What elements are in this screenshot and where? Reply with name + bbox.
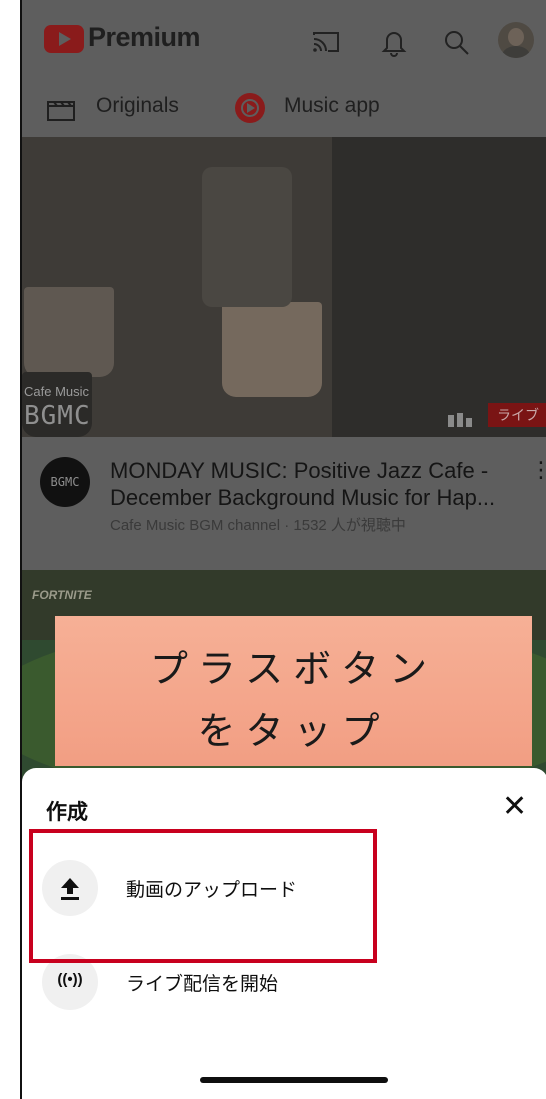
chip-bar: Originals Music app xyxy=(22,80,546,137)
avatar[interactable] xyxy=(498,22,534,58)
chip-originals[interactable]: Originals xyxy=(96,94,179,118)
thumbnail-label: FORTNITE xyxy=(32,588,92,602)
close-icon[interactable]: ✕ xyxy=(502,792,527,822)
callout-line-2: をタップ xyxy=(197,709,390,753)
video-meta: Cafe Music BGM channel · 1532 人が視聴中 xyxy=(110,517,406,534)
cup-image xyxy=(222,302,322,397)
youtube-logo-icon xyxy=(44,25,84,53)
highlight-box xyxy=(29,829,377,963)
cast-icon[interactable] xyxy=(310,26,342,58)
kettle-image xyxy=(202,167,292,307)
phone-screen: Premium Originals Music app Cafe Music B… xyxy=(20,0,546,1099)
start-live-label: ライブ配信を開始 xyxy=(126,974,279,995)
premium-logo-text: Premium xyxy=(88,22,201,52)
thumbnail-brand-big: BGMC xyxy=(24,401,91,431)
chip-music-app[interactable]: Music app xyxy=(284,94,380,118)
home-indicator xyxy=(200,1077,388,1083)
more-options-icon[interactable]: ⋮ xyxy=(530,457,546,483)
video-title[interactable]: MONDAY MUSIC: Positive Jazz Cafe - Decem… xyxy=(110,457,530,511)
music-app-icon xyxy=(235,93,265,123)
clapperboard-icon xyxy=(47,101,75,121)
bell-icon[interactable] xyxy=(378,26,410,58)
cup-image xyxy=(24,287,114,377)
thumbnail-brand-small: Cafe Music xyxy=(24,384,90,399)
search-icon[interactable] xyxy=(440,26,472,58)
instruction-callout: プラスボタン をタップ xyxy=(55,616,532,766)
callout-line-1: プラスボタン xyxy=(149,647,438,691)
sheet-title: 作成 xyxy=(46,801,88,824)
live-bars-icon xyxy=(448,413,472,427)
app-header: Premium xyxy=(22,0,546,80)
video-info[interactable]: BGMC MONDAY MUSIC: Positive Jazz Cafe - … xyxy=(22,437,546,570)
video-thumbnail[interactable]: Cafe Music BGMC ライブ xyxy=(22,137,546,437)
thumbnail-background xyxy=(332,137,546,437)
live-broadcast-icon: ((•)) xyxy=(57,971,83,988)
live-badge: ライブ xyxy=(488,403,546,427)
channel-avatar[interactable]: BGMC xyxy=(40,457,90,507)
